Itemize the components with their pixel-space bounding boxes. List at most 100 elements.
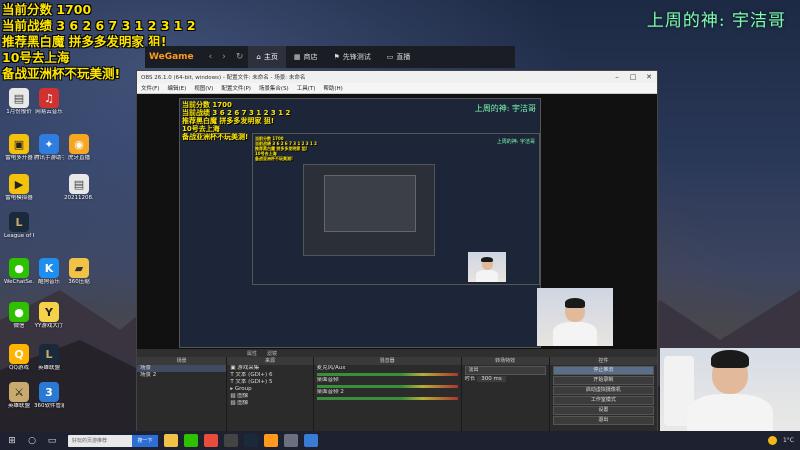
nested-webcam-1 [537,288,613,346]
ldplayer-icon: ▶ [9,174,29,194]
streamer-webcam [660,348,800,440]
forward-icon[interactable]: › [217,52,231,62]
source-item[interactable]: ▨ 图像 [227,400,312,407]
back-icon[interactable]: ‹ [204,52,218,62]
menu-help[interactable]: 帮助(H) [323,84,342,92]
store-icon: ▦ [293,53,301,61]
desktop-icon-15[interactable]: ⚔ 英雄联盟 [4,382,34,410]
desktop-icon-3[interactable]: ✦ 腾讯手游助手 [34,134,64,162]
mixer-channel-label: 麦克风/Aux [316,365,346,371]
refresh-icon[interactable]: ↻ [231,52,249,62]
nested-overlay-2: 当前分数 1700 当前战绩 3 6 2 6 7 3 1 2 3 1 2 推荐黑白魔… [255,136,317,161]
wegame-tab-store[interactable]: ▦ 商店 [286,46,326,68]
app-icon[interactable] [224,434,238,447]
properties-button[interactable]: 属性 [247,350,257,357]
nested-preview-1: 当前分数 1700 当前战绩 3 6 2 6 7 3 1 2 3 1 2 推荐黑白魔… [179,98,541,348]
duration-field[interactable]: 300 ms [477,376,506,382]
app-icon[interactable] [204,434,218,447]
desktop-icon-6[interactable]: ▤ 20211208... [64,174,94,202]
desktop-icon-4[interactable]: ◉ 虎牙直播 [64,134,94,162]
obs-window: OBS 26.1.0 (64-bit, windows) - 配置文件: 未命名… [136,70,658,434]
wegame-icon[interactable] [264,434,278,447]
menu-profile[interactable]: 配置文件(P) [221,84,251,92]
source-item[interactable]: T 文本 (GDI+) 6 [227,372,312,379]
app-icon: 3 [39,382,59,402]
virtual-camera-button[interactable]: 启动虚拟摄像机 [552,386,655,395]
desktop-icon-2[interactable]: ▣ 雷电多开器 [4,134,34,162]
desktop-icon-13[interactable]: Q QQ游戏 [4,344,34,372]
obs-titlebar: OBS 26.1.0 (64-bit, windows) - 配置文件: 未命名… [137,71,657,83]
filters-button[interactable]: 滤镜 [267,350,277,357]
taskbar-search-button[interactable]: 搜一下 [132,434,158,447]
volume-meter[interactable] [316,385,458,388]
top-right-caption: 上周的神: 宇洁哥 [646,11,786,31]
menu-edit[interactable]: 编辑(E) [167,84,186,92]
source-item[interactable]: ▨ 图像 [227,393,312,400]
yy-icon: Y [39,302,59,322]
obs-menubar: 文件(F) 编辑(E) 视图(V) 配置文件(P) 场景集合(S) 工具(T) … [137,83,657,94]
maximize-icon[interactable]: □ [625,73,641,81]
exit-button[interactable]: 退出 [552,416,655,425]
menu-tools[interactable]: 工具(T) [297,84,316,92]
source-item[interactable]: ▸ Group [227,386,312,393]
transition-select[interactable]: 淡出 [464,366,546,375]
scene-item[interactable]: 场景 [137,365,227,372]
lol-icon: L [9,212,29,232]
wegame-tab-home[interactable]: ⌂ 主页 [248,46,286,68]
source-item[interactable]: ▣ 游戏采集 [227,365,312,372]
desktop-icon-8[interactable]: ●WeChatSe... [4,258,34,286]
desktop-icon-12[interactable]: Y YY游戏大厅 [34,302,64,330]
task-view-icon[interactable]: ▭ [44,434,60,447]
minimize-icon[interactable]: – [609,73,625,81]
system-tray: 1°C [767,436,800,445]
controls-dock-header: 控件 [549,357,658,365]
wechat-icon: ● [9,258,29,278]
desktop-icon-7[interactable]: LLeague of Legends [4,212,34,240]
menu-file[interactable]: 文件(F) [141,84,159,92]
taskbar-search[interactable]: 好玩的页游推荐 搜一下 [68,434,158,447]
app-icon[interactable] [304,434,318,447]
search-icon[interactable]: ○ [24,434,40,447]
obs-title-text: OBS 26.1.0 (64-bit, windows) - 配置文件: 未命名… [141,75,306,81]
volume-meter[interactable] [316,397,458,400]
file-explorer-icon[interactable] [164,434,178,447]
stop-streaming-button[interactable]: 停止推流 [552,366,655,375]
lol-icon[interactable] [244,434,258,447]
netease-music-icon: ♫ [39,88,59,108]
desktop-icon-10[interactable]: ▰ 360压缩 [64,258,94,286]
transition-duration-row: 时长 300 ms [462,376,549,383]
close-icon[interactable]: ✕ [641,73,657,81]
mixer-channel-label: 桌面音频 2 [316,389,344,395]
folder-icon: ▰ [69,258,89,278]
desktop-icon-5[interactable]: ▶ 雷电模拟器 [4,174,34,202]
overlay-score: 当前分数 1700 [2,2,92,17]
desktop-icon-11[interactable]: ● 微信 [4,302,34,330]
start-recording-button[interactable]: 开始录制 [552,376,655,385]
lol-client-icon: ⚔ [9,382,29,402]
desktop-icon-9[interactable]: K 酷狗音乐 [34,258,64,286]
huya-icon: ◉ [69,134,89,154]
windows-start-icon[interactable]: ⊞ [4,434,20,447]
menu-scene-collection[interactable]: 场景集合(S) [259,84,289,92]
ldplayer-multi-icon: ▣ [9,134,29,154]
source-item[interactable]: T 文本 (GDI+) 5 [227,379,312,386]
obs-source-toolbar: 属性 滤镜 [137,349,657,357]
wegame-titlebar: WeGame ‹ › ↻ ⌂ 主页 ▦ 商店 ⚑ 先锋测试 ▭ 直播 [145,46,515,68]
wegame-tab-beta[interactable]: ⚑ 先锋测试 [326,46,379,68]
desktop-icon-14[interactable]: L 英雄联盟 [34,344,64,372]
obs-icon[interactable] [284,434,298,447]
scene-item[interactable]: 场景 2 [137,372,226,379]
obs-preview[interactable]: 当前分数 1700 当前战绩 3 6 2 6 7 3 1 2 3 1 2 推荐黑白魔… [137,94,657,349]
menu-view[interactable]: 视图(V) [194,84,213,92]
nested-preview-2: 当前分数 1700 当前战绩 3 6 2 6 7 3 1 2 3 1 2 推荐黑白魔… [252,133,540,285]
sources-dock: 来源 ▣ 游戏采集 T 文本 (GDI+) 6 T 文本 (GDI+) 5 ▸ … [227,357,314,433]
wechat-icon[interactable] [184,434,198,447]
desktop-icon-1[interactable]: ♫ 网易云音乐 [34,88,64,116]
kugou-icon: K [39,258,59,278]
studio-mode-button[interactable]: 工作室模式 [552,396,655,405]
desktop-icon-0[interactable]: ▤ 1月份报价 [4,88,34,116]
desktop-icon-16[interactable]: 3 360软件管家 [34,382,64,410]
wegame-tab-live[interactable]: ▭ 直播 [379,46,419,68]
volume-meter[interactable] [316,373,458,376]
settings-button[interactable]: 设置 [552,406,655,415]
